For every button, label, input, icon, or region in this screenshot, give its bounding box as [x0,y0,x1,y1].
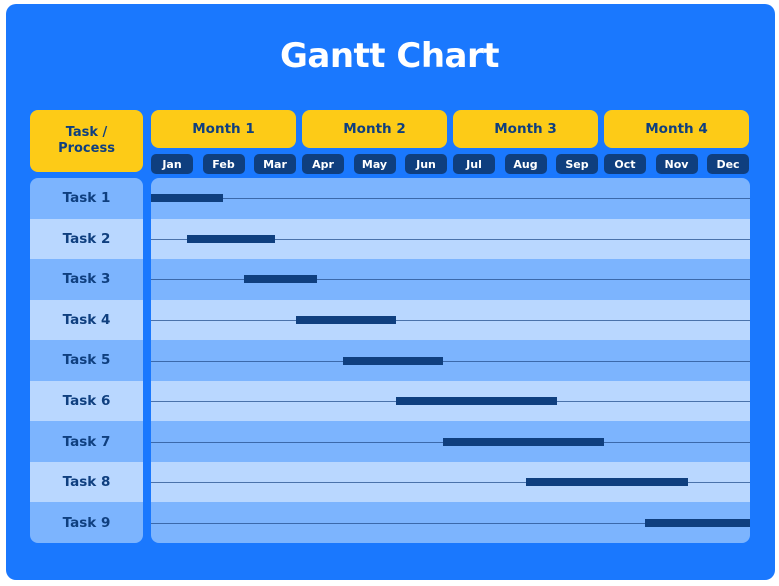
task-process-header: Task / Process [30,110,143,172]
month-tick-nov: Nov [655,154,698,174]
month-tick-sep: Sep [556,154,598,174]
month-tick-dec: Dec [707,154,749,174]
gantt-bar-task-7 [442,437,605,446]
task-process-header-label: Task / Process [58,125,115,156]
gantt-bar-task-2 [186,234,275,243]
task-label-6: Task 6 [30,380,143,422]
month-tick-may: May [353,154,396,174]
gantt-bar-task-6 [395,397,558,406]
gantt-bar-task-1 [151,194,224,203]
gantt-gridline-1 [151,198,750,200]
month-group-header-2: Month 2 [302,110,447,148]
month-tick-jul: Jul [453,154,495,174]
month-group-header-3: Month 3 [453,110,598,148]
gantt-gridline-3 [151,279,750,281]
task-label-7: Task 7 [30,421,143,462]
month-tick-mar: Mar [254,154,296,174]
month-tick-apr: Apr [302,154,344,174]
gantt-bar-task-8 [526,478,689,487]
gantt-plot-area [151,178,750,543]
gantt-bar-task-3 [243,275,317,284]
chart-title: Gantt Chart [279,36,500,76]
gantt-bar-task-5 [342,356,443,365]
gantt-bar-task-4 [295,315,396,324]
gantt-bar-task-9 [645,518,750,527]
gantt-gridline-5 [151,360,750,362]
task-label-3: Task 3 [30,259,143,300]
month-tick-jan: Jan [151,154,193,174]
task-label-1: Task 1 [30,178,143,219]
month-tick-jun: Jun [405,154,447,174]
task-label-column: Task 1 Task 2 Task 3 Task 4 Task 5 Task 6 Task… [30,178,143,543]
month-tick-feb: Feb [202,154,245,174]
task-label-4: Task 4 [30,299,143,341]
task-label-8: Task 8 [30,461,143,503]
month-tick-aug: Aug [504,154,547,174]
task-label-2: Task 2 [30,218,143,260]
month-group-header-1: Month 1 [151,110,296,148]
gantt-gridline-4 [151,319,750,321]
task-label-9: Task 9 [30,502,143,543]
task-label-5: Task 5 [30,340,143,381]
month-group-header-4: Month 4 [604,110,749,148]
month-tick-oct: Oct [604,154,646,174]
